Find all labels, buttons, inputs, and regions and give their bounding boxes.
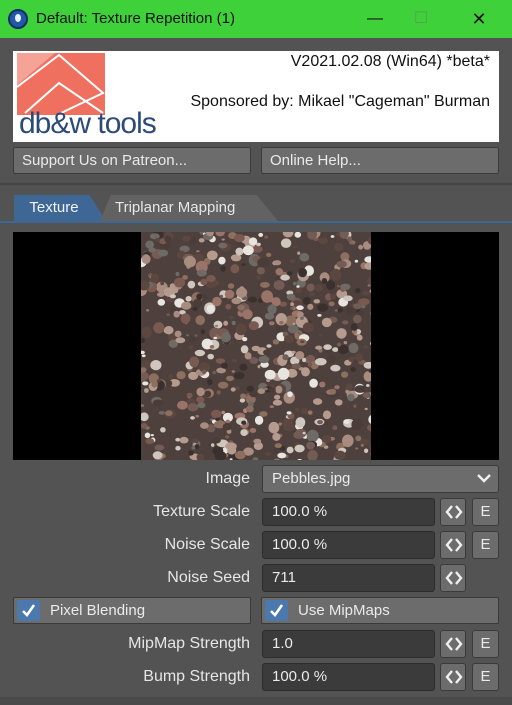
pixel-blending-checkbox[interactable] <box>17 600 40 621</box>
chevron-down-icon <box>477 474 491 483</box>
texture-scale-input[interactable]: 100.0 % <box>262 498 435 526</box>
bump-strength-input[interactable]: 100.0 % <box>262 663 435 691</box>
pixel-blending-toggle[interactable]: Pixel Blending <box>13 597 251 624</box>
image-dropdown-value: Pebbles.jpg <box>272 470 351 487</box>
noise-seed-label: Noise Seed <box>167 569 250 586</box>
bottom-edge <box>0 697 512 705</box>
noise-scale-label: Noise Scale <box>164 536 250 553</box>
bump-strength-label: Bump Strength <box>143 668 250 685</box>
bump-strength-envelope-button[interactable] <box>440 663 466 691</box>
mipmap-strength-input[interactable]: 1.0 <box>262 630 435 658</box>
image-label: Image <box>205 470 250 487</box>
header-panel: db&w tools V2021.02.08 (Win64) *beta* Sp… <box>13 51 499 142</box>
texture-scale-label: Texture Scale <box>153 503 250 520</box>
texture-scale-edit-button[interactable]: E <box>472 498 499 526</box>
texture-image <box>141 232 371 460</box>
minimize-button[interactable]: — <box>352 0 398 38</box>
envelope-icon <box>445 505 463 519</box>
mipmap-strength-edit-button[interactable]: E <box>472 630 499 658</box>
tab-texture[interactable]: Texture <box>14 195 106 221</box>
texture-preview <box>13 232 499 460</box>
envelope-icon <box>445 670 463 684</box>
checkmark-icon <box>22 604 36 618</box>
use-mipmaps-label: Use MipMaps <box>298 602 390 619</box>
patreon-button[interactable]: Support Us on Patreon... <box>13 147 251 174</box>
mipmap-strength-envelope-button[interactable] <box>440 630 466 658</box>
maximize-button[interactable]: ☐ <box>398 0 444 38</box>
bump-strength-edit-button[interactable]: E <box>472 663 499 691</box>
noise-seed-input[interactable]: 711 <box>262 564 435 592</box>
mipmap-strength-label: MipMap Strength <box>128 635 250 652</box>
image-dropdown[interactable]: Pebbles.jpg <box>262 465 499 493</box>
envelope-icon <box>445 538 463 552</box>
title-bar[interactable]: Default: Texture Repetition (1) — ☐ ✕ <box>0 0 512 38</box>
use-mipmaps-toggle[interactable]: Use MipMaps <box>261 597 499 624</box>
texture-scale-envelope-button[interactable] <box>440 498 466 526</box>
envelope-icon <box>445 637 463 651</box>
envelope-icon <box>445 571 463 585</box>
divider <box>0 183 512 185</box>
noise-scale-envelope-button[interactable] <box>440 531 466 559</box>
tab-underline <box>0 221 512 223</box>
pixel-blending-label: Pixel Blending <box>50 602 146 619</box>
noise-seed-envelope-button[interactable] <box>440 564 466 592</box>
use-mipmaps-checkbox[interactable] <box>265 600 288 621</box>
version-text: V2021.02.08 (Win64) *beta* <box>290 53 490 70</box>
close-button[interactable]: ✕ <box>456 0 502 38</box>
logo-icon <box>17 53 105 115</box>
sponsor-text: Sponsored by: Mikael "Cageman" Burman <box>190 93 490 110</box>
window-title: Default: Texture Repetition (1) <box>36 10 235 27</box>
noise-scale-input[interactable]: 100.0 % <box>262 531 435 559</box>
checkmark-icon <box>270 604 284 618</box>
tab-triplanar-mapping[interactable]: Triplanar Mapping <box>100 195 278 221</box>
noise-scale-edit-button[interactable]: E <box>472 531 499 559</box>
logo-text: db&w tools <box>19 107 157 140</box>
app-icon <box>8 9 28 29</box>
online-help-button[interactable]: Online Help... <box>261 147 499 174</box>
